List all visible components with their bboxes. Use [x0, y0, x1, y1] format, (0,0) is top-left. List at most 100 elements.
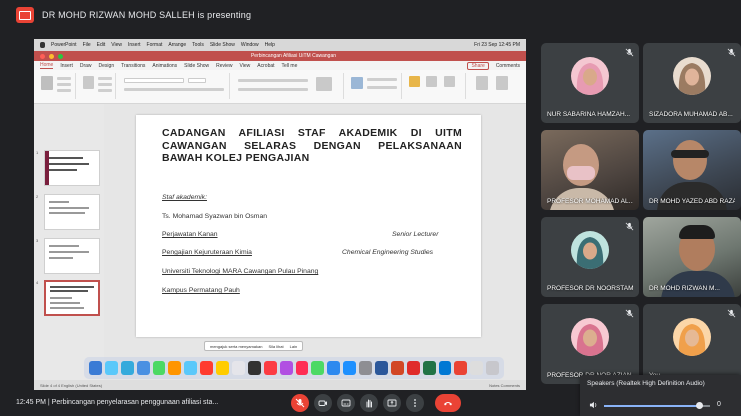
ribbon-line — [238, 88, 308, 91]
mac-menu-2: Edit — [96, 42, 106, 48]
ribbon-group-slides — [80, 73, 116, 99]
new-slide-icon — [83, 76, 94, 89]
news-icon — [295, 361, 309, 375]
ribbon-group-font — [120, 73, 230, 99]
thumb-line — [49, 251, 89, 253]
thumb-line — [50, 307, 84, 309]
slide-thumb-2[interactable] — [44, 194, 100, 230]
word-icon — [375, 361, 388, 375]
face-mask — [567, 166, 595, 180]
mac-menu-0: PowerPoint — [51, 42, 77, 48]
ribbon-group-paragraph — [234, 73, 344, 99]
slide-position-value: Senior Lecturer — [392, 231, 439, 238]
thumb-num: 4 — [36, 280, 39, 285]
thumb-line — [49, 157, 83, 159]
participant-tile-6[interactable]: PROFESOR DR NOR AZIAN... — [541, 304, 639, 384]
status-left: Slide 4 of 4 English (United States) — [40, 382, 103, 388]
avatar — [673, 318, 711, 356]
reminders-icon — [232, 361, 245, 375]
participant-name: DR MOHD RIZWAN M... — [649, 285, 720, 292]
person-hair — [679, 225, 715, 239]
ribbon-tab-1: Insert — [60, 62, 73, 69]
ribbon-line — [98, 83, 112, 86]
numbers-icon — [311, 361, 325, 375]
current-slide[interactable]: CADANGAN AFILIASI STAF AKADEMIK DI UiTM … — [136, 115, 481, 337]
thumb-line — [49, 163, 89, 165]
excel-icon — [422, 361, 436, 375]
mic-off-icon — [727, 48, 736, 57]
podcasts-icon — [279, 361, 293, 375]
convert-smartart-icon — [316, 77, 332, 91]
paste-icon — [41, 76, 53, 90]
slide-thumb-3[interactable] — [44, 238, 100, 274]
captions-icon — [341, 399, 351, 407]
powerpoint-icon — [390, 361, 404, 375]
slide-campus: Kampus Permatang Pauh — [162, 287, 240, 294]
ribbon-line — [124, 88, 224, 91]
ribbon-line — [367, 86, 397, 89]
hang-up-icon — [444, 402, 452, 406]
ribbon-group-arrange — [406, 73, 466, 99]
participant-tile-3[interactable]: DR MOHD YAZED ABD RAZAK — [643, 130, 741, 210]
ribbon-line — [238, 79, 308, 82]
outlook-icon — [438, 361, 452, 375]
volume-slider-handle[interactable] — [696, 402, 703, 409]
present-now-button[interactable] — [383, 394, 401, 412]
thumb-accent — [45, 151, 49, 185]
slide-section-label: Staf akademik: — [162, 194, 207, 201]
participant-tile-7[interactable]: You — [643, 304, 741, 384]
ribbon-group-designer — [470, 73, 520, 99]
hijab-avatar-icon — [576, 324, 604, 356]
thumb-line — [49, 212, 85, 214]
captions-button[interactable] — [337, 394, 355, 412]
ribbon-line — [98, 77, 112, 80]
settings-icon — [359, 361, 373, 375]
speaker-device-label: Speakers (Realtek High Definition Audio) — [587, 380, 705, 387]
mic-off-icon — [625, 48, 634, 57]
meet-window: DR MOHD RIZWAN MOHD SALLEH is presenting… — [0, 0, 741, 416]
participant-tile-1[interactable]: SIZADORA MUHAMAD AB... — [643, 43, 741, 123]
font-size-box — [188, 78, 206, 83]
slide-notes-tooltip: mengajuk serta menyamakan Sila lihat Lai… — [204, 341, 304, 351]
presenter-banner: DR MOHD RIZWAN MOHD SALLEH is presenting — [0, 0, 741, 30]
raise-hand-button[interactable] — [360, 394, 378, 412]
ribbon-tab-8: View — [239, 62, 251, 69]
participant-tile-2[interactable]: PROFESOR MOHAMAD AL... — [541, 130, 639, 210]
slide-thumb-4[interactable] — [44, 280, 100, 316]
slide-thumbnails[interactable]: 1 2 3 4 — [34, 104, 104, 380]
ribbon-line — [57, 77, 71, 80]
participant-tile-4[interactable]: PROFESOR DR NOORSTAM... — [541, 217, 639, 297]
ribbon-tabs: Home Insert Draw Design Transitions Anim… — [34, 61, 526, 70]
camera-toggle-button[interactable] — [314, 394, 332, 412]
mic-toggle-button[interactable] — [291, 394, 309, 412]
shared-screen[interactable]: PowerPoint File Edit View Insert Format … — [34, 39, 526, 390]
leave-call-button[interactable] — [435, 394, 461, 412]
font-name-box — [124, 78, 184, 83]
ribbon-tab-2: Draw — [79, 62, 92, 69]
mac-menu-3: View — [111, 42, 123, 48]
mac-menu-1: File — [82, 42, 91, 48]
minimize-dot-icon — [49, 53, 54, 59]
keynote-icon — [327, 361, 341, 375]
mic-off-icon — [625, 222, 634, 231]
thumb-line — [49, 257, 73, 259]
ppt-share-button: Share — [467, 61, 489, 70]
ribbon-tab-0: Home — [40, 62, 54, 69]
mac-menu-8: Slide Show — [209, 42, 235, 48]
participant-tile-0[interactable]: NUR SABARINA HAMZAH... — [541, 43, 639, 123]
ribbon-line — [98, 89, 112, 92]
more-vert-icon — [414, 399, 416, 407]
ppt-doc-title: Perbincangan Afiliasi UiTM Cawangan — [250, 53, 337, 59]
thumb-num: 3 — [36, 238, 39, 243]
participant-name: NUR SABARINA HAMZAH... — [547, 111, 631, 118]
avatar — [673, 57, 711, 95]
mac-menu-7: Tools — [192, 42, 204, 48]
safari-icon — [120, 361, 134, 375]
ribbon-tab-9: Acrobat — [257, 62, 275, 69]
participant-tile-5[interactable]: DR MOHD RIZWAN M... — [643, 217, 741, 297]
ribbon-tab-5: Animations — [152, 62, 178, 69]
slide-thumb-1[interactable] — [44, 150, 100, 186]
notes-tip-2: Lain — [289, 343, 298, 349]
slide-university: Universiti Teknologi MARA Cawangan Pulau… — [162, 268, 319, 275]
more-options-button[interactable] — [406, 394, 424, 412]
